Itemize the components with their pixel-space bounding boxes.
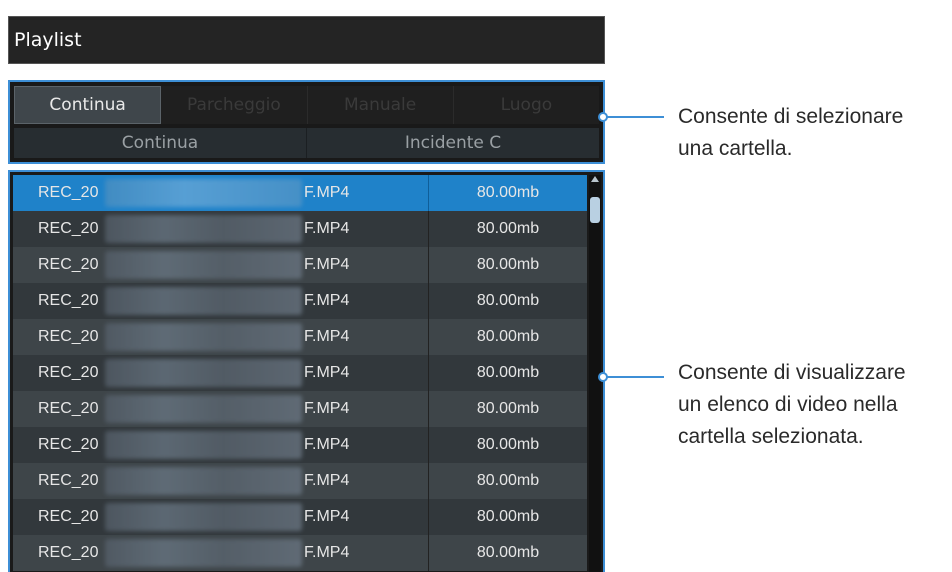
file-name-start: REC_20	[38, 292, 99, 309]
file-row[interactable]: REC_20 F.MP4 80.00mb	[13, 319, 587, 355]
file-row[interactable]: REC_20 F.MP4 80.00mb	[13, 499, 587, 535]
file-row[interactable]: REC_20 F.MP4 80.00mb	[13, 535, 587, 571]
folder-callout-line1: Consente di selezionare	[678, 105, 904, 128]
file-name-start: REC_20	[38, 328, 99, 345]
subtab-continua[interactable]: Continua	[14, 128, 307, 158]
redacted-filename	[105, 179, 302, 207]
file-size: 80.00mb	[476, 364, 540, 381]
list-callout-dot	[598, 372, 608, 382]
file-size: 80.00mb	[476, 544, 540, 561]
file-name-end: F.MP4	[304, 544, 350, 561]
file-row[interactable]: REC_20 F.MP4 80.00mb	[13, 463, 587, 499]
subtab-incidente[interactable]: Incidente C	[307, 128, 599, 158]
redacted-filename	[105, 395, 302, 423]
file-row[interactable]: REC_20 F.MP4 80.00mb	[13, 391, 587, 427]
file-name-start: REC_20	[38, 184, 99, 201]
file-size: 80.00mb	[476, 400, 540, 417]
file-name-end: F.MP4	[304, 328, 350, 345]
redacted-filename	[105, 359, 302, 387]
folder-callout-line	[604, 116, 664, 118]
redacted-filename	[105, 215, 302, 243]
file-size: 80.00mb	[476, 184, 540, 201]
file-name-end: F.MP4	[304, 184, 350, 201]
file-size: 80.00mb	[476, 436, 540, 453]
file-name-start: REC_20	[38, 400, 99, 417]
file-name-end: F.MP4	[304, 292, 350, 309]
file-size: 80.00mb	[476, 256, 540, 273]
folder-callout-line2: una cartella.	[678, 137, 793, 160]
redacted-filename	[105, 503, 302, 531]
playlist-titlebar: Playlist	[8, 16, 605, 64]
file-row[interactable]: REC_20 F.MP4 80.00mb	[13, 283, 587, 319]
file-size: 80.00mb	[476, 508, 540, 525]
file-size: 80.00mb	[476, 220, 540, 237]
redacted-filename	[105, 287, 302, 315]
redacted-filename	[105, 467, 302, 495]
file-name-start: REC_20	[38, 472, 99, 489]
list-callout-line	[604, 376, 664, 378]
file-list: REC_20 F.MP4 80.00mb REC_20 F.MP4 80.00mb REC_…	[8, 170, 605, 572]
list-callout-line2: un elenco di video nella	[678, 393, 898, 416]
redacted-filename	[105, 431, 302, 459]
folder-tabs: Continua Parcheggio Manuale Luogo	[14, 86, 599, 124]
file-row[interactable]: REC_20 F.MP4 80.00mb	[13, 427, 587, 463]
scroll-thumb[interactable]	[590, 197, 600, 223]
file-size: 80.00mb	[476, 472, 540, 489]
file-name-start: REC_20	[38, 256, 99, 273]
file-row[interactable]: REC_20 F.MP4 80.00mb	[13, 211, 587, 247]
tab-parcheggio[interactable]: Parcheggio	[161, 86, 308, 124]
file-name-end: F.MP4	[304, 364, 350, 381]
list-callout-line3: cartella selezionata.	[678, 425, 864, 448]
file-name-start: REC_20	[38, 436, 99, 453]
file-name-end: F.MP4	[304, 220, 350, 237]
tab-manuale[interactable]: Manuale	[307, 86, 454, 124]
file-name-end: F.MP4	[304, 508, 350, 525]
folder-selector: Continua Parcheggio Manuale Luogo Contin…	[8, 80, 605, 164]
file-name-end: F.MP4	[304, 256, 350, 273]
redacted-filename	[105, 539, 302, 567]
file-name-end: F.MP4	[304, 400, 350, 417]
file-row[interactable]: REC_20 F.MP4 80.00mb	[13, 355, 587, 391]
file-size: 80.00mb	[476, 292, 540, 309]
tab-luogo[interactable]: Luogo	[453, 86, 599, 124]
folder-callout-text: Consente di selezionare una cartella.	[678, 101, 903, 165]
file-name-end: F.MP4	[304, 436, 350, 453]
file-name-start: REC_20	[38, 364, 99, 381]
playlist-panel: Playlist Continua Parcheggio Manuale Luo…	[0, 0, 606, 572]
tab-continua[interactable]: Continua	[14, 86, 162, 124]
list-callout-line1: Consente di visualizzare	[678, 361, 906, 384]
scroll-up-arrow-icon[interactable]	[591, 176, 599, 182]
folder-subtabs: Continua Incidente C	[14, 128, 599, 158]
folder-callout-dot	[598, 112, 608, 122]
file-rows: REC_20 F.MP4 80.00mb REC_20 F.MP4 80.00mb REC_…	[13, 175, 587, 571]
file-name-start: REC_20	[38, 220, 99, 237]
file-row[interactable]: REC_20 F.MP4 80.00mb	[13, 247, 587, 283]
redacted-filename	[105, 323, 302, 351]
file-size: 80.00mb	[476, 328, 540, 345]
file-name-end: F.MP4	[304, 472, 350, 489]
playlist-title: Playlist	[14, 29, 82, 51]
file-name-start: REC_20	[38, 508, 99, 525]
file-row[interactable]: REC_20 F.MP4 80.00mb	[13, 175, 587, 211]
list-callout-text: Consente di visualizzare un elenco di vi…	[678, 357, 906, 453]
file-name-start: REC_20	[38, 544, 99, 561]
redacted-filename	[105, 251, 302, 279]
